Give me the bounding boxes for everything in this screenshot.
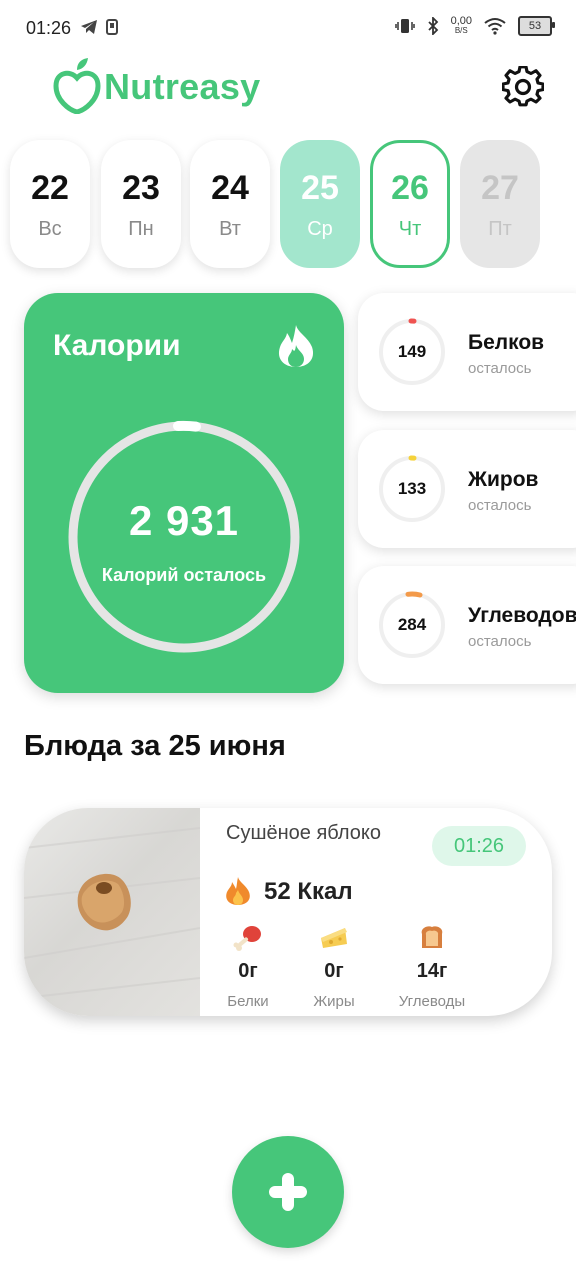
day-26-today[interactable]: 26 Чт bbox=[370, 140, 450, 268]
protein-card[interactable]: 149 Белков осталось bbox=[358, 293, 576, 411]
protein-nutrient: 0г Белки bbox=[210, 924, 286, 1010]
bluetooth-icon bbox=[427, 17, 438, 35]
carbs-sub: осталось bbox=[468, 633, 532, 650]
app-title: Nutreasy bbox=[104, 66, 261, 107]
day-24[interactable]: 24 Вт bbox=[190, 140, 270, 268]
day-23[interactable]: 23 Пн bbox=[101, 140, 181, 268]
status-time: 01:26 bbox=[26, 18, 72, 38]
meal-card[interactable]: Сушёное яблоко 01:26 52 Ккал 0г Белки 0г… bbox=[24, 808, 552, 1016]
fire-icon bbox=[226, 877, 250, 905]
dried-apple-image bbox=[24, 827, 201, 999]
status-bar: 01:26 0,00 B/S 53 bbox=[0, 0, 576, 58]
fat-card[interactable]: 133 Жиров осталось bbox=[358, 430, 576, 548]
net-speed: 0,00 B/S bbox=[450, 15, 472, 36]
plus-icon bbox=[269, 1173, 307, 1211]
cheese-icon bbox=[321, 928, 347, 948]
fire-icon bbox=[278, 325, 314, 367]
apple-logo-icon bbox=[53, 58, 101, 114]
fat-sub: осталось bbox=[468, 497, 532, 514]
fat-value: 133 bbox=[397, 479, 427, 498]
drumstick-icon bbox=[233, 926, 261, 951]
calories-remaining-value: 2 931 bbox=[128, 497, 240, 544]
carbs-card[interactable]: 284 Углеводов осталось bbox=[358, 566, 576, 684]
vibrate-icon bbox=[394, 19, 415, 33]
settings-gear-icon[interactable] bbox=[502, 66, 544, 108]
battery-icon: 53 bbox=[518, 16, 555, 36]
meal-name: Сушёное яблоко bbox=[226, 822, 381, 844]
date-strip: 22 Вс 23 Пн 24 Вт 25 Ср 26 Чт 27 Пт bbox=[0, 140, 576, 270]
carbs-nutrient: 14г Углеводы bbox=[394, 924, 470, 1010]
meal-kcal: 52 Ккал bbox=[264, 878, 353, 905]
fat-nutrient: 0г Жиры bbox=[296, 924, 372, 1010]
day-22[interactable]: 22 Вс bbox=[10, 140, 90, 268]
telegram-icon bbox=[81, 20, 97, 34]
app-header: Nutreasy bbox=[0, 58, 576, 128]
day-25-selected[interactable]: 25 Ср bbox=[280, 140, 360, 268]
calories-title: Калории bbox=[53, 329, 181, 362]
protein-value: 149 bbox=[397, 342, 427, 361]
bread-icon bbox=[421, 926, 443, 948]
add-meal-button[interactable] bbox=[232, 1136, 344, 1248]
meals-section-title: Блюда за 25 июня bbox=[24, 730, 286, 762]
meal-time-badge: 01:26 bbox=[432, 826, 526, 866]
protein-label: Белков bbox=[468, 331, 545, 354]
calories-remaining-label: Калорий осталось bbox=[101, 565, 267, 585]
fat-label: Жиров bbox=[468, 468, 539, 491]
phone-app-icon bbox=[106, 19, 118, 35]
meal-photo bbox=[24, 808, 201, 1016]
carbs-label: Углеводов bbox=[468, 604, 576, 627]
day-27[interactable]: 27 Пт bbox=[460, 140, 540, 268]
wifi-icon bbox=[484, 18, 506, 35]
carbs-value: 284 bbox=[397, 615, 427, 634]
calories-card[interactable]: Калории 2 931 Калорий осталось bbox=[24, 293, 344, 693]
protein-sub: осталось bbox=[468, 360, 532, 377]
